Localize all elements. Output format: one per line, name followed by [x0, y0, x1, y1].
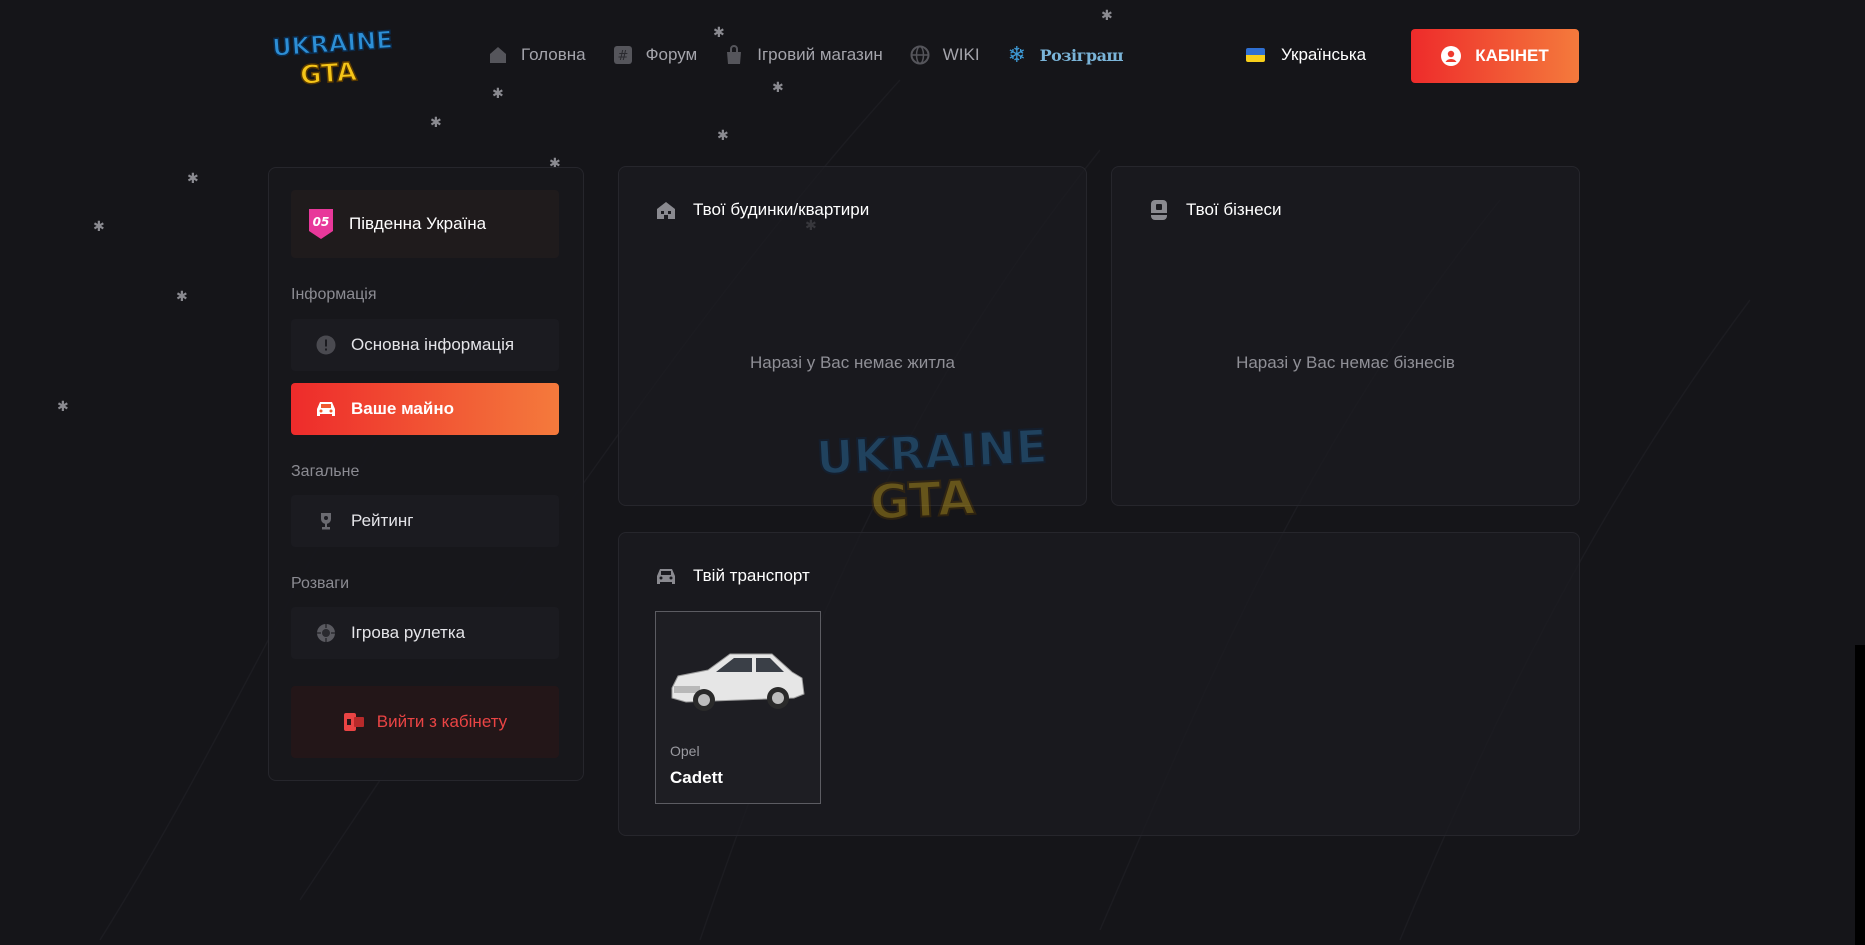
- roulette-icon: [315, 622, 337, 644]
- watermark-logo: UKRAINE GTA: [812, 418, 1058, 532]
- cabinet-button-label: КАБІНЕТ: [1475, 46, 1549, 65]
- sidebar-item-main-info[interactable]: Основна інформація: [291, 319, 559, 371]
- svg-text:✱: ✱: [57, 399, 69, 415]
- nav-home[interactable]: Головна: [487, 44, 586, 66]
- home-icon: [487, 44, 509, 66]
- car-icon: [315, 398, 337, 420]
- vehicle-card[interactable]: Opel Cadett: [655, 611, 821, 804]
- houses-title: Твої будинки/квартири: [693, 200, 870, 219]
- server-name: Південна Україна: [349, 214, 487, 233]
- globe-icon: [909, 44, 931, 66]
- svg-text:✱: ✱: [772, 80, 784, 96]
- svg-text:GTA: GTA: [299, 57, 358, 91]
- svg-text:✱: ✱: [176, 289, 188, 305]
- logout-button[interactable]: Вийти з кабінету: [291, 686, 559, 758]
- hash-icon: #: [612, 44, 634, 66]
- svg-text:UKRAINE: UKRAINE: [271, 26, 393, 62]
- sidebar-item-rating[interactable]: Рейтинг: [291, 495, 559, 547]
- svg-text:✱: ✱: [187, 171, 199, 187]
- nav-forum[interactable]: # Форум: [612, 44, 698, 66]
- logout-icon: [343, 713, 364, 731]
- language-selector[interactable]: Українська: [1246, 45, 1366, 65]
- businesses-card-header: Твої бізнеси: [1148, 199, 1282, 221]
- server-selector[interactable]: 05 Південна Україна: [291, 190, 559, 258]
- sidebar-item-label: Ігрова рулетка: [351, 623, 466, 642]
- nav-forum-label: Форум: [645, 45, 698, 64]
- businesses-card: Твої бізнеси Наразі у Вас немає бізнесів: [1111, 166, 1580, 506]
- svg-text:✱: ✱: [492, 86, 504, 102]
- vehicle-make: Opel: [670, 743, 700, 759]
- nav-shop-label: Ігровий магазин: [757, 45, 883, 64]
- section-title-general: Загальне: [291, 463, 360, 480]
- info-icon: [315, 334, 337, 356]
- user-icon: [1441, 46, 1462, 66]
- server-number: 05: [313, 215, 330, 229]
- nav-giveaway[interactable]: ❄ Розіграш: [1006, 42, 1124, 68]
- language-label: Українська: [1281, 45, 1367, 64]
- section-title-info: Інформація: [291, 286, 377, 303]
- svg-text:GTA: GTA: [869, 470, 977, 528]
- vehicle-model: Cadett: [670, 768, 723, 787]
- nav-wiki[interactable]: WIKI: [909, 44, 980, 66]
- svg-text:#: #: [617, 49, 628, 64]
- sidebar-item-label: Основна інформація: [351, 335, 515, 354]
- svg-text:✱: ✱: [1101, 8, 1113, 24]
- houses-empty-message: Наразі у Вас немає житла: [749, 353, 956, 372]
- ukraine-flag-icon: [1246, 48, 1265, 62]
- transport-card: Твій транспорт Opel Cadett: [618, 532, 1580, 836]
- cabinet-button[interactable]: КАБІНЕТ: [1411, 29, 1579, 83]
- sidebar-item-roulette[interactable]: Ігрова рулетка: [291, 607, 559, 659]
- logout-label: Вийти з кабінету: [376, 712, 508, 731]
- server-badge-icon: 05: [309, 209, 333, 239]
- svg-text:✱: ✱: [93, 219, 105, 235]
- houses-card-header: Твої будинки/квартири: [655, 199, 869, 221]
- nav-giveaway-label: Розіграш: [1039, 45, 1124, 65]
- trophy-icon: [315, 510, 337, 532]
- transport-title: Твій транспорт: [693, 566, 810, 585]
- svg-text:✱: ✱: [713, 25, 725, 41]
- sidebar-item-label: Ваше майно: [351, 399, 454, 418]
- shopping-bag-icon: [723, 44, 745, 66]
- ukraine-gta-logo[interactable]: UKRAINE GTA: [270, 22, 395, 92]
- car-icon: [657, 569, 675, 584]
- sidebar-item-label: Рейтинг: [351, 511, 414, 530]
- nav-shop[interactable]: Ігровий магазин: [723, 44, 883, 66]
- house-icon: [657, 202, 675, 219]
- snowflake-icon: ❄: [1007, 42, 1026, 68]
- sidebar: 05 Південна Україна Інформація Основна і…: [268, 167, 584, 781]
- svg-text:✱: ✱: [430, 115, 442, 131]
- businesses-title: Твої бізнеси: [1186, 200, 1282, 219]
- sidebar-item-property[interactable]: Ваше майно: [291, 383, 559, 435]
- nav-wiki-label: WIKI: [942, 45, 980, 64]
- section-title-fun: Розваги: [291, 575, 350, 592]
- businesses-empty-message: Наразі у Вас немає бізнесів: [1236, 353, 1455, 372]
- nav-home-label: Головна: [521, 45, 586, 64]
- svg-text:✱: ✱: [717, 128, 729, 144]
- vehicle-image: [671, 653, 805, 711]
- business-icon: [1151, 200, 1167, 220]
- scrollbar-strip: [1855, 645, 1865, 945]
- main-nav: Головна # Форум Ігровий магазин WIKI ❄ Р…: [487, 40, 1124, 70]
- transport-card-header: Твій транспорт: [655, 565, 810, 587]
